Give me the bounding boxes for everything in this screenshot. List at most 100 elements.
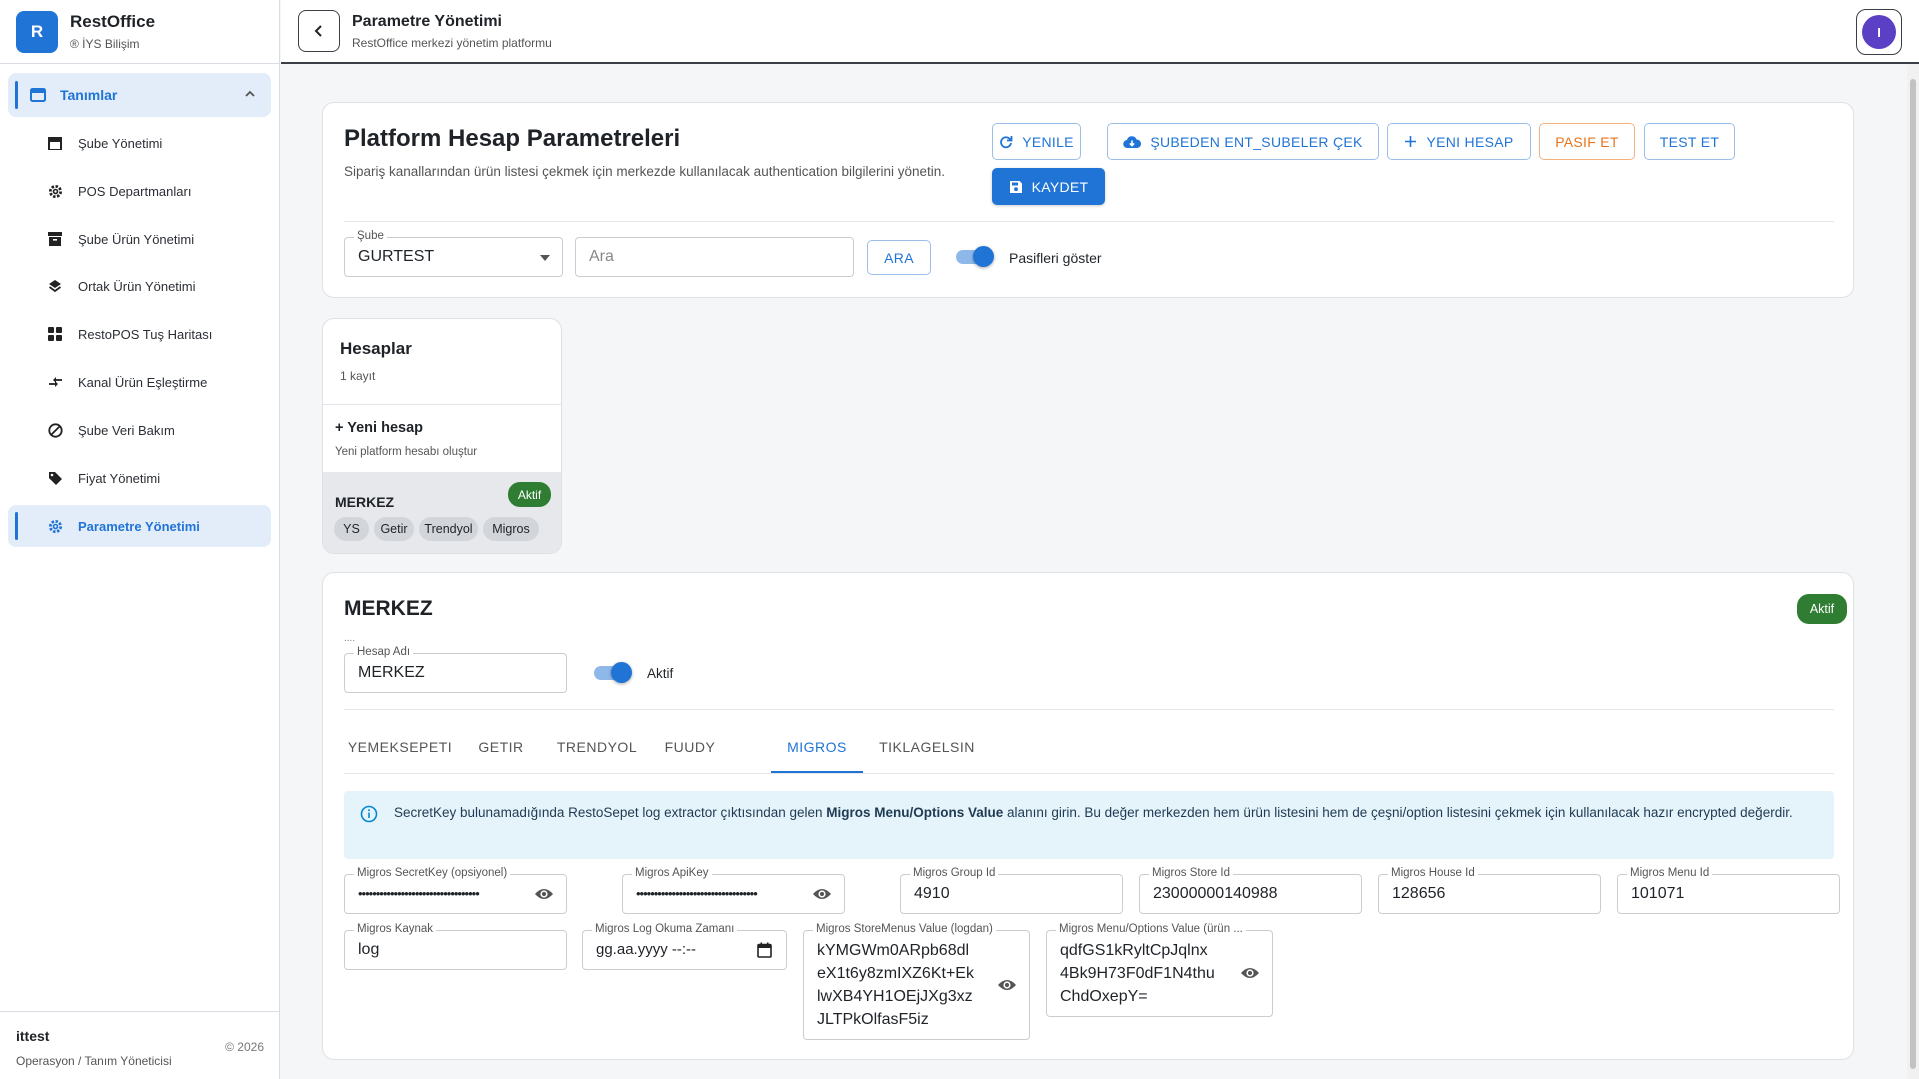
branch-select-value: GURTEST — [358, 248, 435, 265]
tag-icon — [47, 470, 63, 486]
tab-yemeksepeti[interactable]: YEMEKSEPETI — [344, 723, 456, 771]
sidebar: R RestOffice ® İYS Bilişim Tanımlar Şube… — [0, 0, 280, 1079]
tab-getir[interactable]: GETIR — [471, 723, 531, 771]
eye-icon[interactable] — [1240, 966, 1260, 980]
sidebar-item-label: Kanal Ürün Eşleştirme — [78, 374, 208, 390]
migros-secret-key-field[interactable]: Migros SecretKey (opsiyonel) •••••••••••… — [344, 867, 567, 914]
avatar-button[interactable]: I — [1856, 9, 1902, 55]
brand-title: RestOffice — [70, 12, 156, 31]
sidebar-item-sube-veri-bakim[interactable]: Şube Veri Bakım — [8, 409, 271, 451]
page-scrollbar[interactable] — [1907, 64, 1919, 1079]
eye-icon[interactable] — [534, 887, 554, 901]
sidebar-item-label: Şube Veri Bakım — [78, 422, 175, 438]
sidebar-item-sube-yonetimi[interactable]: Şube Yönetimi — [8, 122, 271, 164]
search-placeholder: Ara — [589, 248, 614, 265]
header-subtitle: RestOffice merkezi yönetim platformu — [352, 35, 552, 50]
new-account-item[interactable]: + Yeni hesap Yeni platform hesabı oluştu… — [323, 404, 561, 472]
branch-select[interactable]: Şube GURTEST — [344, 230, 563, 277]
brand: R RestOffice ® İYS Bilişim — [0, 0, 279, 64]
search-input[interactable]: Ara — [575, 237, 854, 277]
migros-api-key-field[interactable]: Migros ApiKey ••••••••••••••••••••••••••… — [622, 867, 845, 914]
migros-log-time-field[interactable]: Migros Log Okuma Zamanı gg.aa.yyyy --:-- — [582, 923, 787, 970]
page-description: Sipariş kanallarından ürün listesi çekme… — [344, 164, 946, 179]
grid-icon — [47, 326, 63, 342]
save-label: KAYDET — [1031, 178, 1089, 195]
eye-icon[interactable] — [812, 887, 832, 901]
back-button[interactable] — [298, 10, 340, 52]
gear-icon — [47, 183, 63, 199]
show-passive-toggle[interactable] — [956, 245, 994, 267]
migros-store-id-field[interactable]: Migros Store Id 23000000140988 — [1139, 867, 1362, 914]
new-account-title: + Yeni hesap — [335, 420, 423, 436]
nav-group-tanimlar[interactable]: Tanımlar — [8, 73, 271, 117]
refresh-label: YENILE — [1022, 133, 1074, 150]
accounts-card: Hesaplar 1 kayıt + Yeni hesap Yeni platf… — [322, 318, 562, 554]
sidebar-item-pos-departmanlari[interactable]: POS Departmanları — [8, 170, 271, 212]
accounts-title: Hesaplar — [340, 339, 412, 358]
storefront-icon — [30, 88, 46, 102]
compare-arrows-icon — [47, 374, 63, 390]
divider — [344, 709, 1834, 710]
migros-house-id-field[interactable]: Migros House Id 128656 — [1378, 867, 1601, 914]
brand-logo: R — [16, 10, 58, 53]
pull-branches-label: ŞUBEDEN ENT_SUBELER ÇEK — [1150, 133, 1363, 150]
account-detail-card: MERKEZ Aktif .... Hesap Adı MERKEZ Aktif… — [322, 572, 1854, 1060]
user-role: Operasyon / Tanım Yöneticisi — [16, 1054, 172, 1068]
deactivate-button[interactable]: PASIF ET — [1539, 123, 1635, 160]
eye-icon[interactable] — [997, 978, 1017, 992]
sidebar-item-label: POS Departmanları — [78, 183, 192, 199]
sidebar-item-ortak-urun-yonetimi[interactable]: Ortak Ürün Yönetimi — [8, 265, 271, 307]
info-alert: SecretKey bulunamadığında RestoSepet log… — [344, 791, 1834, 859]
sidebar-footer: ittest Operasyon / Tanım Yöneticisi © 20… — [0, 1011, 280, 1079]
migros-menu-id-field[interactable]: Migros Menu Id 101071 — [1617, 867, 1840, 914]
account-list-item[interactable]: MERKEZ Aktif YS Getir Trendyol Migros — [323, 472, 561, 553]
sidebar-item-parametre-yonetimi[interactable]: Parametre Yönetimi — [8, 505, 271, 547]
chevron-up-icon[interactable] — [243, 87, 257, 101]
sidebar-item-kanal-urun-eslestirme[interactable]: Kanal Ürün Eşleştirme — [8, 361, 271, 403]
status-badge: Aktif — [508, 482, 551, 507]
account-active-label: Aktif — [647, 666, 674, 681]
sidebar-item-label: RestoPOS Tuş Haritası — [78, 326, 213, 342]
nav-group-label: Tanımlar — [60, 87, 118, 103]
migros-store-menus-field[interactable]: Migros StoreMenus Value (logdan) kYMGWm0… — [803, 923, 1030, 1040]
brand-subtitle: ® İYS Bilişim — [70, 37, 140, 51]
account-name-field[interactable]: Hesap Adı MERKEZ — [344, 646, 567, 693]
tab-fuudy[interactable]: FUUDY — [655, 723, 725, 771]
branch-select-label: Şube — [354, 230, 387, 242]
migros-menu-options-field[interactable]: Migros Menu/Options Value (ürün ... qdfG… — [1046, 923, 1273, 1017]
save-button[interactable]: KAYDET — [992, 168, 1105, 205]
sidebar-item-sube-urun-yonetimi[interactable]: Şube Ürün Yönetimi — [8, 218, 271, 260]
new-account-button[interactable]: YENI HESAP — [1387, 123, 1531, 160]
test-button[interactable]: TEST ET — [1644, 123, 1735, 160]
menu-options-value: qdfGS1kRyltCpJqlnx 4Bk9H73F0dF1N4thu Chd… — [1060, 942, 1215, 1005]
migros-group-id-field[interactable]: Migros Group Id 4910 — [900, 867, 1123, 914]
show-passive-label: Pasifleri göster — [1009, 250, 1102, 266]
migros-source-field[interactable]: Migros Kaynak log — [344, 923, 567, 970]
info-icon — [360, 805, 378, 823]
avatar: I — [1862, 15, 1896, 49]
chevron-left-icon — [314, 25, 322, 37]
account-name-label: Hesap Adı — [354, 646, 414, 658]
floppy-disk-icon — [1009, 180, 1022, 193]
gear-icon — [47, 518, 63, 534]
sidebar-item-restopos-tus-haritasi[interactable]: RestoPOS Tuş Haritası — [8, 313, 271, 355]
sidebar-item-fiyat-yonetimi[interactable]: Fiyat Yönetimi — [8, 457, 271, 499]
tab-migros[interactable]: MIGROS — [771, 723, 863, 771]
channel-chip: Migros — [483, 517, 539, 541]
account-active-toggle[interactable] — [594, 661, 632, 683]
tab-tiklagelsin[interactable]: TIKLAGELSIN — [872, 723, 982, 771]
archive-icon — [47, 231, 63, 247]
header-title: Parametre Yönetimi — [352, 12, 502, 30]
pull-branches-button[interactable]: ŞUBEDEN ENT_SUBELER ÇEK — [1107, 123, 1379, 160]
caret-down-icon — [540, 255, 550, 261]
new-account-label: YENI HESAP — [1426, 133, 1514, 150]
search-button[interactable]: ARA — [867, 240, 931, 275]
refresh-button[interactable]: YENILE — [992, 123, 1081, 160]
copyright: © 2026 — [225, 1040, 264, 1054]
calendar-icon[interactable] — [757, 942, 772, 958]
tab-trendyol[interactable]: TRENDYOL — [552, 723, 642, 771]
channel-chip: Trendyol — [419, 517, 478, 541]
scrollbar-thumb[interactable] — [1910, 79, 1916, 1069]
detail-status-badge: Aktif — [1797, 594, 1847, 624]
store-menus-value: kYMGWm0ARpb68dl eX1t6y8zmIXZ6Kt+Ek lwXB4… — [817, 942, 974, 1028]
